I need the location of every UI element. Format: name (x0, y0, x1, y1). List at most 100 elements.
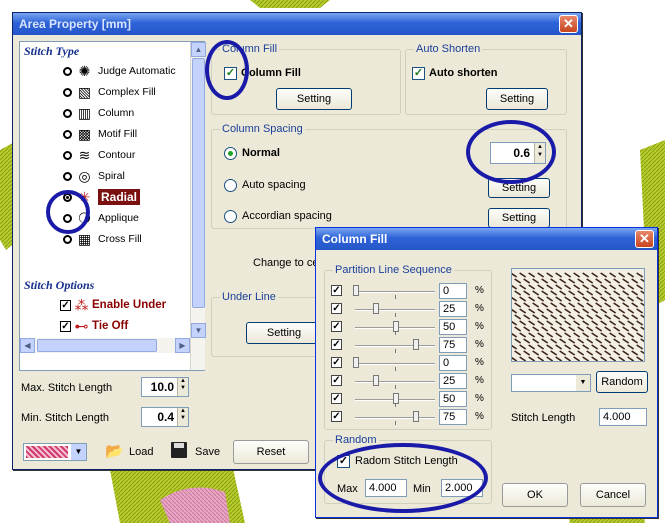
auto-shorten-check-label: Auto shorten (429, 67, 498, 79)
partition-slider[interactable] (355, 363, 435, 365)
partition-slider[interactable] (355, 417, 435, 419)
partition-slider-thumb[interactable] (393, 321, 399, 332)
partition-slider-thumb[interactable] (413, 411, 419, 422)
partition-row-checkbox[interactable]: ✓ (331, 303, 342, 314)
min-stitch-length-input[interactable]: 0.4 ▲ ▼ (141, 407, 189, 427)
stitch-option-label: Enable Under (92, 299, 167, 311)
stitch-type-item[interactable]: ▥ Column (20, 104, 195, 124)
partition-slider[interactable] (355, 381, 435, 383)
partition-row-checkbox[interactable]: ✓ (331, 339, 342, 350)
partition-slider-thumb[interactable] (393, 393, 399, 404)
ok-button[interactable]: OK (502, 483, 568, 507)
partition-slider-thumb[interactable] (373, 375, 379, 386)
stitch-type-item[interactable]: ▧ Complex Fill (20, 83, 195, 103)
stitch-option-label: Tie Off (92, 320, 129, 332)
cancel-button[interactable]: Cancel (580, 483, 646, 507)
stitch-list-hscroll-thumb[interactable] (37, 339, 157, 352)
stitch-list-scroll-thumb[interactable] (192, 58, 205, 308)
auto-shorten-group-legend: Auto Shorten (414, 43, 483, 55)
partition-slider[interactable] (355, 291, 435, 293)
stitch-option-item[interactable]: ✓ ⁂ Enable Under (20, 296, 195, 316)
under-line-setting-button[interactable]: Setting (246, 322, 322, 344)
partition-row-checkbox[interactable]: ✓ (331, 375, 342, 386)
partition-slider[interactable] (355, 309, 435, 311)
stitch-type-radio[interactable] (63, 67, 72, 76)
partition-value-input[interactable]: 25 (439, 373, 467, 389)
spacing-accordian-radio[interactable] (224, 210, 237, 223)
partition-row-checkbox[interactable]: ✓ (331, 393, 342, 404)
partition-value-input[interactable]: 50 (439, 391, 467, 407)
pattern-select[interactable]: ▼ (511, 374, 591, 392)
auto-shorten-checkbox[interactable]: ✓ (412, 67, 425, 80)
stitch-type-item[interactable]: ▩ Motif Fill (20, 125, 195, 145)
partition-value-input[interactable]: 75 (439, 409, 467, 425)
stitch-type-radio[interactable] (63, 130, 72, 139)
reset-button[interactable]: Reset (233, 440, 309, 464)
complex-fill-icon: ▧ (77, 84, 92, 100)
partition-row-checkbox[interactable]: ✓ (331, 285, 342, 296)
stitch-type-radio[interactable] (63, 109, 72, 118)
scroll-left-arrow-icon[interactable]: ◀ (20, 338, 35, 353)
random-group-legend: Random (333, 434, 379, 446)
stitch-type-item[interactable]: ≋ Contour (20, 146, 195, 166)
partition-row-checkbox[interactable]: ✓ (331, 357, 342, 368)
partition-slider-thumb[interactable] (413, 339, 419, 350)
stitch-option-checkbox[interactable]: ✓ (60, 300, 71, 311)
stitch-type-item[interactable]: ◎ Spiral (20, 167, 195, 187)
chevron-down-icon[interactable]: ▼ (576, 375, 590, 391)
partition-row-checkbox[interactable]: ✓ (331, 411, 342, 422)
scroll-down-arrow-icon[interactable]: ▼ (191, 323, 206, 338)
stitch-type-radio[interactable] (63, 88, 72, 97)
chevron-down-icon[interactable]: ▼ (71, 444, 86, 460)
spacing-normal-radio[interactable] (224, 147, 237, 160)
area-property-close-button[interactable]: ✕ (559, 15, 578, 33)
partition-slider-thumb[interactable] (353, 285, 359, 296)
partition-slider-thumb[interactable] (353, 357, 359, 368)
pattern-dropdown[interactable]: ▼ (23, 443, 87, 461)
stitch-type-item[interactable]: ▦ Cross Fill (20, 230, 195, 250)
slider-tick (395, 367, 396, 371)
stitch-option-item[interactable]: ✓ ⊷ Tie Off (20, 317, 195, 337)
stitch-type-label: Cross Fill (98, 233, 142, 245)
stitch-list-vscrollbar[interactable]: ▲ ▼ (190, 42, 206, 370)
under-line-group-legend: Under Line (220, 291, 278, 303)
stitch-type-radio[interactable] (63, 235, 72, 244)
stitch-type-label: Radial (98, 189, 141, 205)
stitch-option-checkbox[interactable]: ✓ (60, 321, 71, 332)
auto-shorten-setting-button[interactable]: Setting (486, 88, 548, 110)
partition-row-checkbox[interactable]: ✓ (331, 321, 342, 332)
min-stitch-length-spinner[interactable]: ▲ ▼ (177, 408, 188, 426)
scroll-right-arrow-icon[interactable]: ▶ (175, 338, 190, 353)
partition-value-input[interactable]: 75 (439, 337, 467, 353)
stitch-type-item[interactable]: ✺ Judge Automatic (20, 62, 195, 82)
load-button[interactable]: 📂 Load (105, 441, 165, 463)
highlight-ring-column-fill (205, 40, 249, 100)
scroll-up-arrow-icon[interactable]: ▲ (191, 42, 206, 57)
contour-icon: ≋ (78, 147, 91, 163)
stitch-type-radio[interactable] (63, 172, 72, 181)
column-fill-setting-button[interactable]: Setting (276, 88, 352, 110)
partition-value: 75 (443, 339, 456, 351)
partition-row: ✓ 25% (325, 373, 491, 391)
highlight-ring-random (318, 443, 488, 513)
spacing-setting-button-2[interactable]: Setting (488, 208, 550, 228)
min-stitch-length-label: Min. Stitch Length (21, 412, 110, 424)
partition-unit: % (475, 393, 484, 404)
save-button[interactable]: Save (171, 441, 231, 463)
partition-value-input[interactable]: 50 (439, 319, 467, 335)
partition-value-input[interactable]: 0 (439, 283, 467, 299)
partition-unit: % (475, 339, 484, 350)
partition-slider-thumb[interactable] (373, 303, 379, 314)
stitch-list-hscrollbar[interactable]: ◀ ▶ (20, 338, 190, 353)
partition-slider[interactable] (355, 345, 435, 347)
max-stitch-length-input[interactable]: 10.0 ▲ ▼ (141, 377, 189, 397)
stitch-type-radio[interactable] (63, 151, 72, 160)
partition-value-input[interactable]: 0 (439, 355, 467, 371)
max-stitch-length-spinner[interactable]: ▲ ▼ (177, 378, 188, 396)
column-fill-close-button[interactable]: ✕ (635, 230, 654, 248)
random-button[interactable]: Random (596, 371, 648, 393)
floppy-disk-icon (171, 442, 187, 458)
stitch-length-input[interactable]: 4.000 (599, 408, 647, 426)
spacing-auto-radio[interactable] (224, 179, 237, 192)
partition-value-input[interactable]: 25 (439, 301, 467, 317)
